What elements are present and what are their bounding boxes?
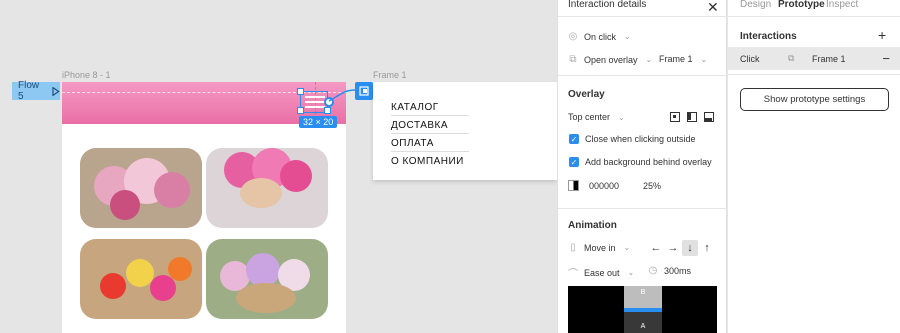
close-icon[interactable]: ✕ [707, 0, 719, 16]
tab-design[interactable]: Design [740, 0, 771, 10]
background-color-field[interactable]: 000000 25% [568, 180, 661, 191]
duration-field[interactable]: ◷ 300ms [648, 265, 691, 276]
align-left-icon[interactable] [687, 112, 697, 122]
add-background-label: Add background behind overlay [585, 157, 712, 167]
position-dropdown[interactable]: Top center ⌄ [568, 112, 625, 122]
menu-item-catalog[interactable]: КАТАЛОГ [391, 102, 439, 113]
interaction-row[interactable]: Click ⧉ Frame 1 − [728, 47, 900, 70]
action-dropdown[interactable]: ⧉ Open overlay ⌄ [568, 54, 652, 65]
animation-type-value: Move in [584, 242, 616, 253]
animation-type-dropdown[interactable]: ▯ Move in ⌄ [568, 242, 630, 253]
action-value: Open overlay [584, 54, 638, 65]
arrow-right-icon[interactable]: → [665, 240, 681, 256]
add-interaction-icon[interactable]: + [878, 27, 886, 43]
show-prototype-settings-button[interactable]: Show prototype settings [740, 88, 889, 111]
overlay-icon: ⧉ [788, 53, 795, 63]
animation-heading: Animation [568, 220, 617, 231]
trigger-dropdown[interactable]: ◎ On click ⌄ [568, 31, 631, 42]
menu-item-about[interactable]: О КОМПАНИИ [391, 156, 464, 167]
chevron-down-icon: ⌄ [627, 268, 635, 277]
menu-item-delivery[interactable]: ДОСТАВКА [391, 120, 448, 131]
chevron-down-icon: ⌄ [624, 32, 631, 41]
align-center-icon[interactable] [670, 112, 680, 122]
divider [391, 151, 469, 152]
preview-frame-b: B [624, 286, 662, 309]
chevron-down-icon: ⌄ [645, 55, 653, 64]
design-canvas[interactable]: iPhone 8 - 1 Frame 1 Flow 5 32 × 20 КАТА… [0, 0, 557, 333]
easing-dropdown[interactable]: ⌒ Ease out ⌄ [568, 265, 635, 281]
chevron-down-icon: ⌄ [623, 243, 631, 252]
preview-frame-a: A [624, 312, 662, 333]
trigger-value: On click [584, 31, 617, 42]
close-outside-checkbox[interactable]: ✓ Close when clicking outside [569, 134, 696, 144]
overlay-target-icon[interactable] [355, 82, 373, 100]
panel-title: Interaction details [568, 0, 647, 10]
easing-value: Ease out [584, 267, 620, 278]
interaction-trigger: Click [740, 53, 760, 64]
interaction-details-panel: Interaction details ✕ ◎ On click ⌄ ⧉ Ope… [557, 0, 728, 333]
arrow-left-icon[interactable]: ← [648, 240, 664, 256]
menu-item-payment[interactable]: ОПЛАТА [391, 138, 434, 149]
animation-preview: B A [568, 286, 717, 333]
divider [558, 208, 728, 209]
properties-sidebar: Design Prototype Inspect Interactions + … [728, 0, 900, 333]
interaction-destination: Frame 1 [812, 53, 846, 64]
easing-curve-icon: ⌒ [568, 269, 578, 280]
divider [558, 75, 728, 76]
tab-inspect[interactable]: Inspect [826, 0, 858, 10]
interactions-heading: Interactions [740, 31, 797, 42]
add-background-checkbox[interactable]: ✓ Add background behind overlay [569, 157, 712, 167]
overlay-icon: ⧉ [569, 54, 577, 65]
position-value: Top center [568, 112, 611, 122]
overlay-heading: Overlay [568, 89, 605, 100]
divider [558, 16, 728, 17]
move-in-icon: ▯ [570, 242, 576, 253]
divider [728, 74, 900, 75]
duration-value: 300ms [664, 265, 692, 276]
align-bottom-icon[interactable] [704, 112, 714, 122]
color-hex[interactable]: 000000 [589, 181, 619, 191]
arrow-up-icon[interactable]: ↑ [699, 240, 715, 256]
clock-icon: ◷ [648, 265, 658, 276]
overlay-frame[interactable]: КАТАЛОГ ДОСТАВКА ОПЛАТА О КОМПАНИИ [373, 82, 557, 180]
divider [728, 16, 900, 17]
checkbox-checked-icon: ✓ [569, 157, 579, 167]
arrow-down-icon[interactable]: ↓ [682, 240, 698, 256]
chevron-down-icon: ⌄ [618, 112, 625, 122]
divider [391, 133, 469, 134]
divider [391, 115, 469, 116]
tab-prototype[interactable]: Prototype [778, 0, 825, 10]
destination-value: Frame 1 [659, 54, 693, 64]
checkbox-checked-icon: ✓ [569, 134, 579, 144]
color-swatch[interactable] [568, 180, 579, 191]
opacity-value[interactable]: 25% [643, 181, 661, 191]
remove-interaction-icon[interactable]: − [882, 51, 890, 66]
click-icon: ◎ [568, 31, 578, 42]
close-outside-label: Close when clicking outside [585, 134, 696, 144]
destination-dropdown[interactable]: Frame 1 ⌄ [659, 54, 707, 64]
chevron-down-icon: ⌄ [700, 54, 708, 64]
